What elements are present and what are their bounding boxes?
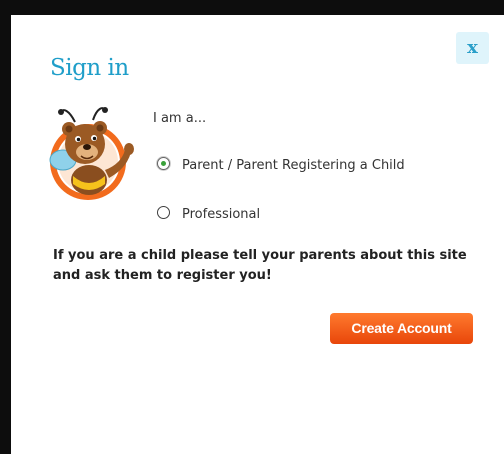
window-frame: x Sign in I am a... Parent / Parent Regi… <box>0 0 504 454</box>
option-professional-label: Professional <box>182 207 261 222</box>
radio-parent[interactable] <box>157 157 170 170</box>
dialog-title: Sign in <box>50 55 129 81</box>
option-parent[interactable]: Parent / Parent Registering a Child <box>153 156 443 176</box>
create-account-button[interactable]: Create Account <box>330 313 473 344</box>
option-professional[interactable]: Professional <box>157 205 260 225</box>
radio-professional[interactable] <box>157 206 170 219</box>
bee-bear-mascot-icon <box>49 107 134 200</box>
child-notice: If you are a child please tell your pare… <box>53 248 467 283</box>
sign-in-dialog: x Sign in I am a... Parent / Parent Regi… <box>11 15 504 454</box>
role-prompt: I am a... <box>153 111 207 126</box>
close-button[interactable]: x <box>456 32 489 64</box>
option-parent-label: Parent / Parent Registering a Child <box>182 158 405 173</box>
